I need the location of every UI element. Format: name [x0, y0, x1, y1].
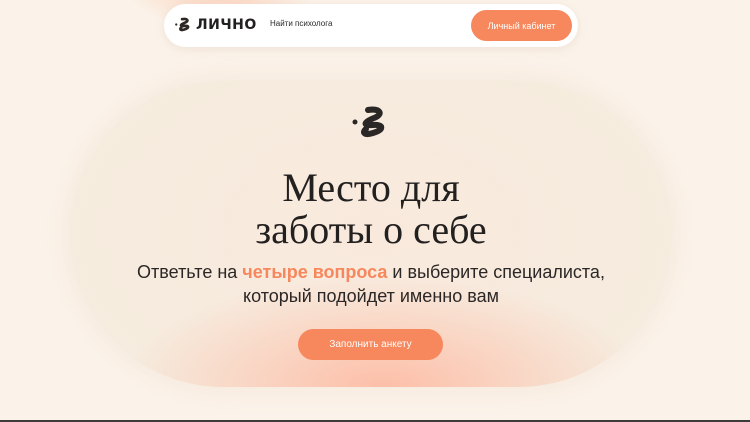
subtitle-after: и выберите специалиста,	[387, 262, 605, 282]
subtitle-highlight: четыре вопроса	[242, 262, 388, 282]
find-psychologist-link[interactable]: Найти психолога	[270, 19, 332, 28]
hero-subtitle: Ответьте на четыре вопроса и выберите сп…	[70, 260, 672, 308]
personal-cabinet-button[interactable]: Личный кабинет	[471, 10, 572, 41]
squiggle-icon	[350, 103, 390, 148]
subtitle-line2: который подойдет именно вам	[243, 286, 499, 306]
fill-questionnaire-button[interactable]: Заполнить анкету	[298, 329, 443, 360]
subtitle-before: Ответьте на	[137, 262, 243, 282]
squiggle-logo-icon	[174, 16, 192, 34]
hero-title: Место для заботы о себе	[70, 167, 672, 251]
hero-title-line2: заботы о себе	[255, 207, 487, 252]
logo-text: ЛИЧНО	[196, 17, 257, 33]
top-navbar: ЛИЧНО Найти психолога Личный кабинет	[164, 4, 578, 47]
logo[interactable]: ЛИЧНО	[174, 16, 257, 34]
hero-title-line1: Место для	[282, 165, 460, 210]
hero-section: Место для заботы о себе Ответьте на четы…	[70, 81, 672, 387]
